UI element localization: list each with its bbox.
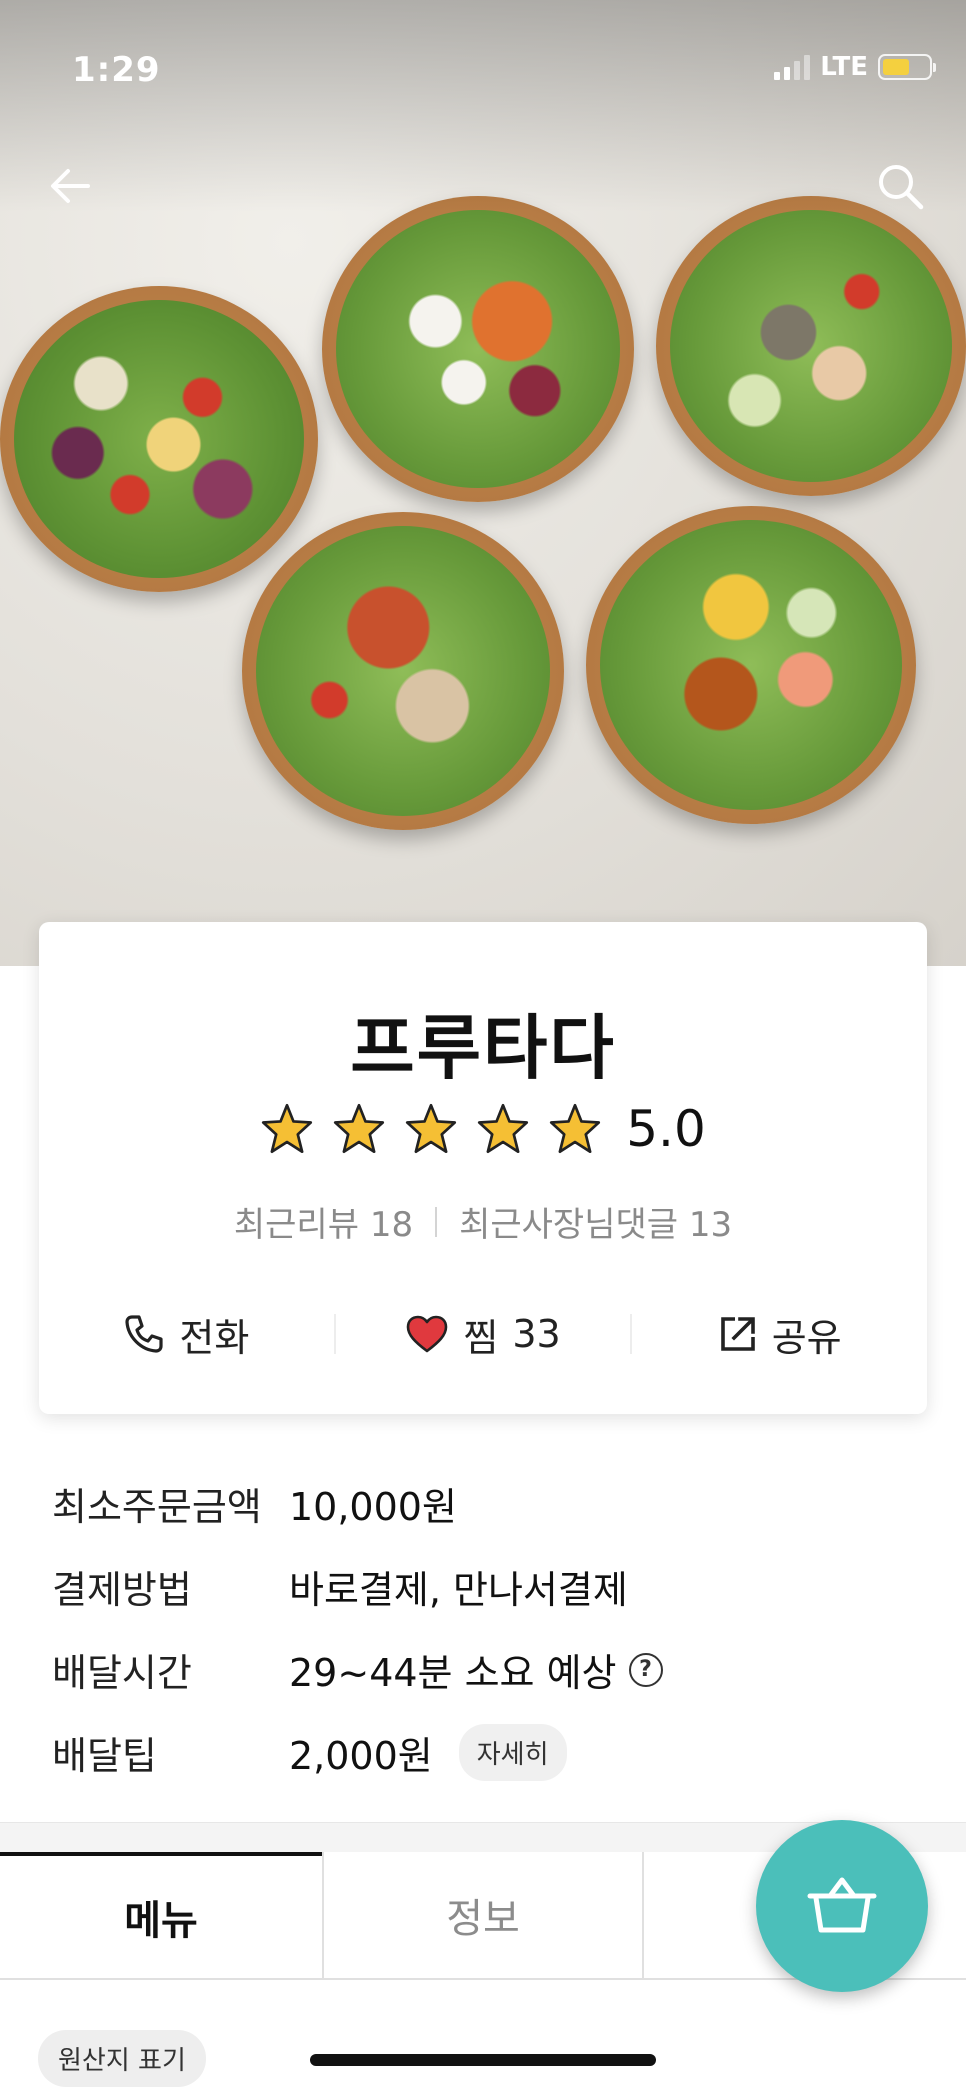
status-indicators: LTE: [774, 52, 936, 82]
recent-reviews-link[interactable]: 최근리뷰 18: [234, 1197, 413, 1246]
store-info-card: 프루타다 5.0 최근리뷰 18 최근사장님댓글 13 전화 찜 33 공유: [39, 922, 927, 1414]
delivery-time-label: 배달시간: [52, 1651, 192, 1695]
status-time: 1:29: [72, 50, 161, 90]
share-button[interactable]: 공유: [632, 1307, 927, 1362]
delivery-time-value: 29~44분 소요 예상: [289, 1651, 617, 1695]
star-icon: [262, 1103, 313, 1154]
basket-icon: [807, 1877, 877, 1933]
delivery-tip-value-wrap: 2,000원 자세히: [289, 1724, 567, 1781]
owner-replies-link[interactable]: 최근사장님댓글 13: [459, 1197, 732, 1246]
rating-row: 5.0: [39, 1100, 927, 1158]
store-hero-image: [0, 0, 966, 966]
payment-value: 바로결제, 만나서결제: [289, 1568, 628, 1612]
owner-replies-count: 13: [688, 1205, 733, 1245]
back-button[interactable]: [40, 156, 100, 216]
share-icon: [720, 1317, 755, 1351]
delivery-time-value-wrap: 29~44분 소요 예상 ?: [289, 1642, 663, 1697]
tip-detail-button[interactable]: 자세히: [458, 1724, 567, 1781]
heart-icon: [407, 1315, 448, 1353]
tab-info[interactable]: 정보: [322, 1852, 644, 1978]
signal-icon: [774, 54, 811, 80]
call-label: 전화: [179, 1315, 250, 1360]
tab-menu[interactable]: 메뉴: [0, 1852, 322, 1978]
divider: [435, 1206, 438, 1237]
cart-button[interactable]: [756, 1820, 928, 1992]
recent-reviews-label: 최근리뷰: [233, 1205, 359, 1245]
help-icon[interactable]: ?: [628, 1652, 663, 1687]
min-order-row: 최소주문금액 10,000원: [52, 1462, 663, 1545]
delivery-tip-row: 배달팁 2,000원 자세히: [52, 1711, 663, 1794]
arrow-left-icon: [51, 169, 90, 203]
phone-icon: [125, 1315, 163, 1353]
like-button[interactable]: 찜 33: [336, 1307, 631, 1362]
min-order-value: 10,000원: [289, 1485, 457, 1529]
payment-row: 결제방법 바로결제, 만나서결제: [52, 1545, 663, 1628]
star-icon: [334, 1103, 385, 1154]
review-summary: 최근리뷰 18 최근사장님댓글 13: [39, 1197, 927, 1246]
store-actions: 전화 찜 33 공유: [39, 1294, 927, 1374]
network-label: LTE: [820, 52, 868, 82]
like-label: 찜: [463, 1315, 499, 1360]
delivery-time-row: 배달시간 29~44분 소요 예상 ?: [52, 1628, 663, 1711]
store-details: 최소주문금액 10,000원 결제방법 바로결제, 만나서결제 배달시간 29~…: [52, 1462, 663, 1794]
delivery-tip-label: 배달팁: [52, 1734, 157, 1778]
like-count: 33: [512, 1312, 561, 1356]
origin-label-chip[interactable]: 원산지 표기: [38, 2030, 206, 2087]
recent-reviews-count: 18: [369, 1205, 414, 1245]
search-icon: [879, 165, 924, 210]
search-button[interactable]: [870, 156, 930, 216]
star-icon: [478, 1103, 529, 1154]
share-label: 공유: [771, 1315, 842, 1360]
store-name: 프루타다: [350, 1007, 616, 1089]
delivery-tip-value: 2,000원: [289, 1734, 433, 1778]
star-icon: [406, 1103, 457, 1154]
min-order-label: 최소주문금액: [52, 1485, 262, 1529]
home-indicator[interactable]: [310, 2054, 656, 2066]
rating-value: 5.0: [626, 1100, 706, 1158]
battery-icon: [878, 54, 936, 80]
call-button[interactable]: 전화: [39, 1307, 334, 1362]
owner-replies-label: 최근사장님댓글: [459, 1205, 679, 1245]
star-icon: [550, 1103, 601, 1154]
payment-label: 결제방법: [52, 1568, 192, 1612]
